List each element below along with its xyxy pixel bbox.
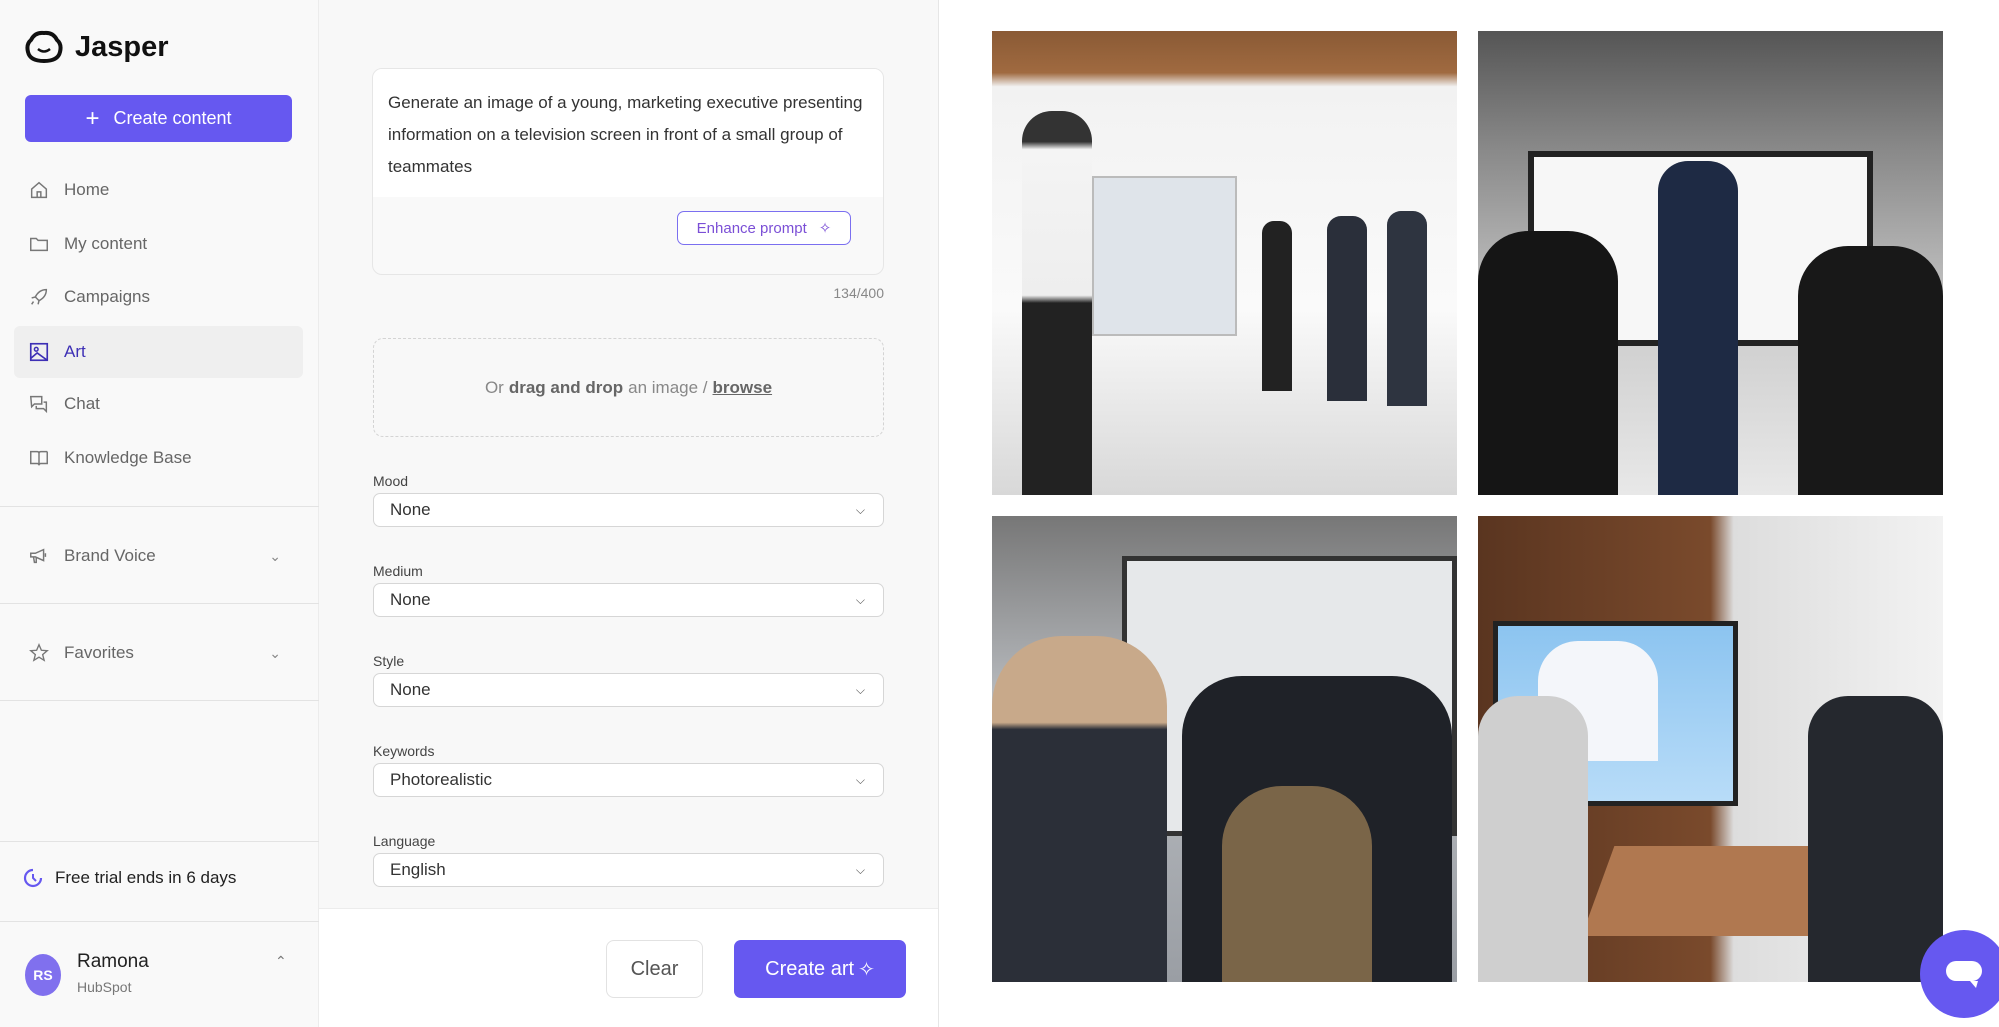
sidebar-item-campaigns[interactable]: Campaigns xyxy=(14,271,303,323)
medium-select[interactable]: None ⌵ xyxy=(373,583,884,617)
sidebar-item-my-content[interactable]: My content xyxy=(14,218,303,270)
language-label: Language xyxy=(373,833,436,849)
divider xyxy=(0,603,319,604)
drop-text-bold: drag and drop xyxy=(508,377,624,397)
sidebar-item-label: Favorites xyxy=(64,643,134,662)
jasper-logo-icon xyxy=(25,30,63,64)
panel-divider xyxy=(938,0,939,1027)
chevron-down-icon: ⌵ xyxy=(855,592,865,607)
chevron-up-icon: ⌃ xyxy=(275,953,287,969)
avatar: RS xyxy=(25,954,61,996)
clock-icon xyxy=(23,868,43,888)
browse-link[interactable]: browse xyxy=(713,378,773,398)
divider xyxy=(0,506,319,507)
user-name: Ramona xyxy=(77,951,149,972)
create-content-label: Create content xyxy=(113,108,232,128)
style-value: None xyxy=(390,680,431,699)
sidebar-section-brand-voice[interactable]: Brand Voice ⌄ xyxy=(14,530,303,582)
trial-notice[interactable]: Free trial ends in 6 days xyxy=(21,866,236,890)
prompt-input[interactable]: Generate an image of a young, marketing … xyxy=(373,69,883,197)
trial-text: Free trial ends in 6 days xyxy=(55,868,237,887)
enhance-prompt-button[interactable]: Enhance prompt ✧ xyxy=(677,211,851,245)
home-icon xyxy=(30,181,48,199)
style-label: Style xyxy=(373,653,405,669)
drop-text: Or xyxy=(484,377,504,397)
sidebar: Jasper + Create content Home My content … xyxy=(0,0,319,1027)
keywords-label: Keywords xyxy=(373,743,435,759)
rocket-icon xyxy=(31,288,48,305)
chat-icon xyxy=(29,395,48,414)
generated-image-3[interactable] xyxy=(992,516,1457,982)
divider xyxy=(0,700,319,701)
chevron-down-icon: ⌄ xyxy=(269,644,281,661)
sidebar-item-art[interactable]: Art xyxy=(14,326,303,378)
sidebar-item-label: Chat xyxy=(64,394,100,413)
sparkle-icon: ✧ xyxy=(858,958,875,981)
sidebar-item-label: Art xyxy=(64,342,86,361)
chevron-down-icon: ⌄ xyxy=(269,547,281,564)
language-value: English xyxy=(390,860,446,879)
divider xyxy=(0,841,319,842)
sidebar-item-label: Campaigns xyxy=(64,287,150,306)
create-art-button[interactable]: Create art ✧ xyxy=(734,940,906,998)
sidebar-item-chat[interactable]: Chat xyxy=(14,378,303,430)
generated-image-4[interactable] xyxy=(1478,516,1943,982)
generated-image-1[interactable] xyxy=(992,31,1457,495)
chevron-down-icon: ⌵ xyxy=(855,502,865,517)
clear-button[interactable]: Clear xyxy=(606,940,703,998)
mood-value: None xyxy=(390,500,431,519)
language-select[interactable]: English ⌵ xyxy=(373,853,884,887)
mood-label: Mood xyxy=(373,473,409,489)
image-dropzone[interactable]: Or drag and drop an image / browse xyxy=(373,338,884,437)
create-art-label: Create art xyxy=(765,957,855,980)
sidebar-section-favorites[interactable]: Favorites ⌄ xyxy=(14,627,303,679)
plus-icon: + xyxy=(85,104,100,132)
user-org: HubSpot xyxy=(77,979,132,995)
sidebar-item-label: Knowledge Base xyxy=(64,448,192,467)
user-menu[interactable]: RS Ramona HubSpot ⌃ xyxy=(25,951,305,1001)
medium-label: Medium xyxy=(373,563,423,579)
drop-text: an image / xyxy=(628,377,708,397)
keywords-select[interactable]: Photorealistic ⌵ xyxy=(373,763,884,797)
sidebar-item-knowledge-base[interactable]: Knowledge Base xyxy=(14,432,303,484)
book-icon xyxy=(30,450,48,466)
chevron-down-icon: ⌵ xyxy=(855,862,865,877)
app-name: Jasper xyxy=(75,30,169,63)
chevron-down-icon: ⌵ xyxy=(855,682,865,697)
sidebar-item-label: Home xyxy=(64,180,110,199)
chat-bubble-icon xyxy=(1946,961,1982,988)
create-content-button[interactable]: + Create content xyxy=(25,95,292,142)
divider xyxy=(0,921,319,922)
sparkle-icon: ✧ xyxy=(818,220,832,237)
chevron-down-icon: ⌵ xyxy=(855,772,865,787)
image-icon xyxy=(29,342,49,362)
sidebar-item-home[interactable]: Home xyxy=(14,164,303,216)
megaphone-icon xyxy=(30,548,47,564)
style-select[interactable]: None ⌵ xyxy=(373,673,884,707)
mood-select[interactable]: None ⌵ xyxy=(373,493,884,527)
generated-image-2[interactable] xyxy=(1478,31,1943,495)
keywords-value: Photorealistic xyxy=(390,770,493,789)
sidebar-item-label: My content xyxy=(64,234,148,253)
folder-icon xyxy=(30,237,48,252)
enhance-prompt-label: Enhance prompt xyxy=(696,219,807,237)
character-count: 134/400 xyxy=(833,285,884,301)
star-icon xyxy=(29,643,49,662)
sidebar-item-label: Brand Voice xyxy=(64,546,156,565)
jasper-logo[interactable]: Jasper xyxy=(25,30,169,64)
medium-value: None xyxy=(390,590,431,609)
chat-support-button[interactable] xyxy=(1920,930,1999,1018)
